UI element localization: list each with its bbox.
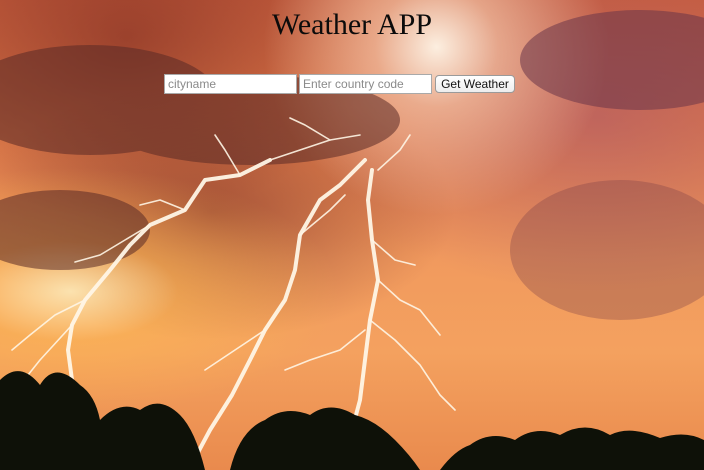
city-name-input[interactable]	[164, 74, 297, 94]
country-code-input[interactable]	[299, 74, 432, 94]
tree-silhouettes	[0, 371, 704, 470]
get-weather-button[interactable]: Get Weather	[435, 75, 515, 93]
page-title: Weather APP	[271, 8, 433, 41]
lightning-storm-background	[0, 10, 704, 470]
